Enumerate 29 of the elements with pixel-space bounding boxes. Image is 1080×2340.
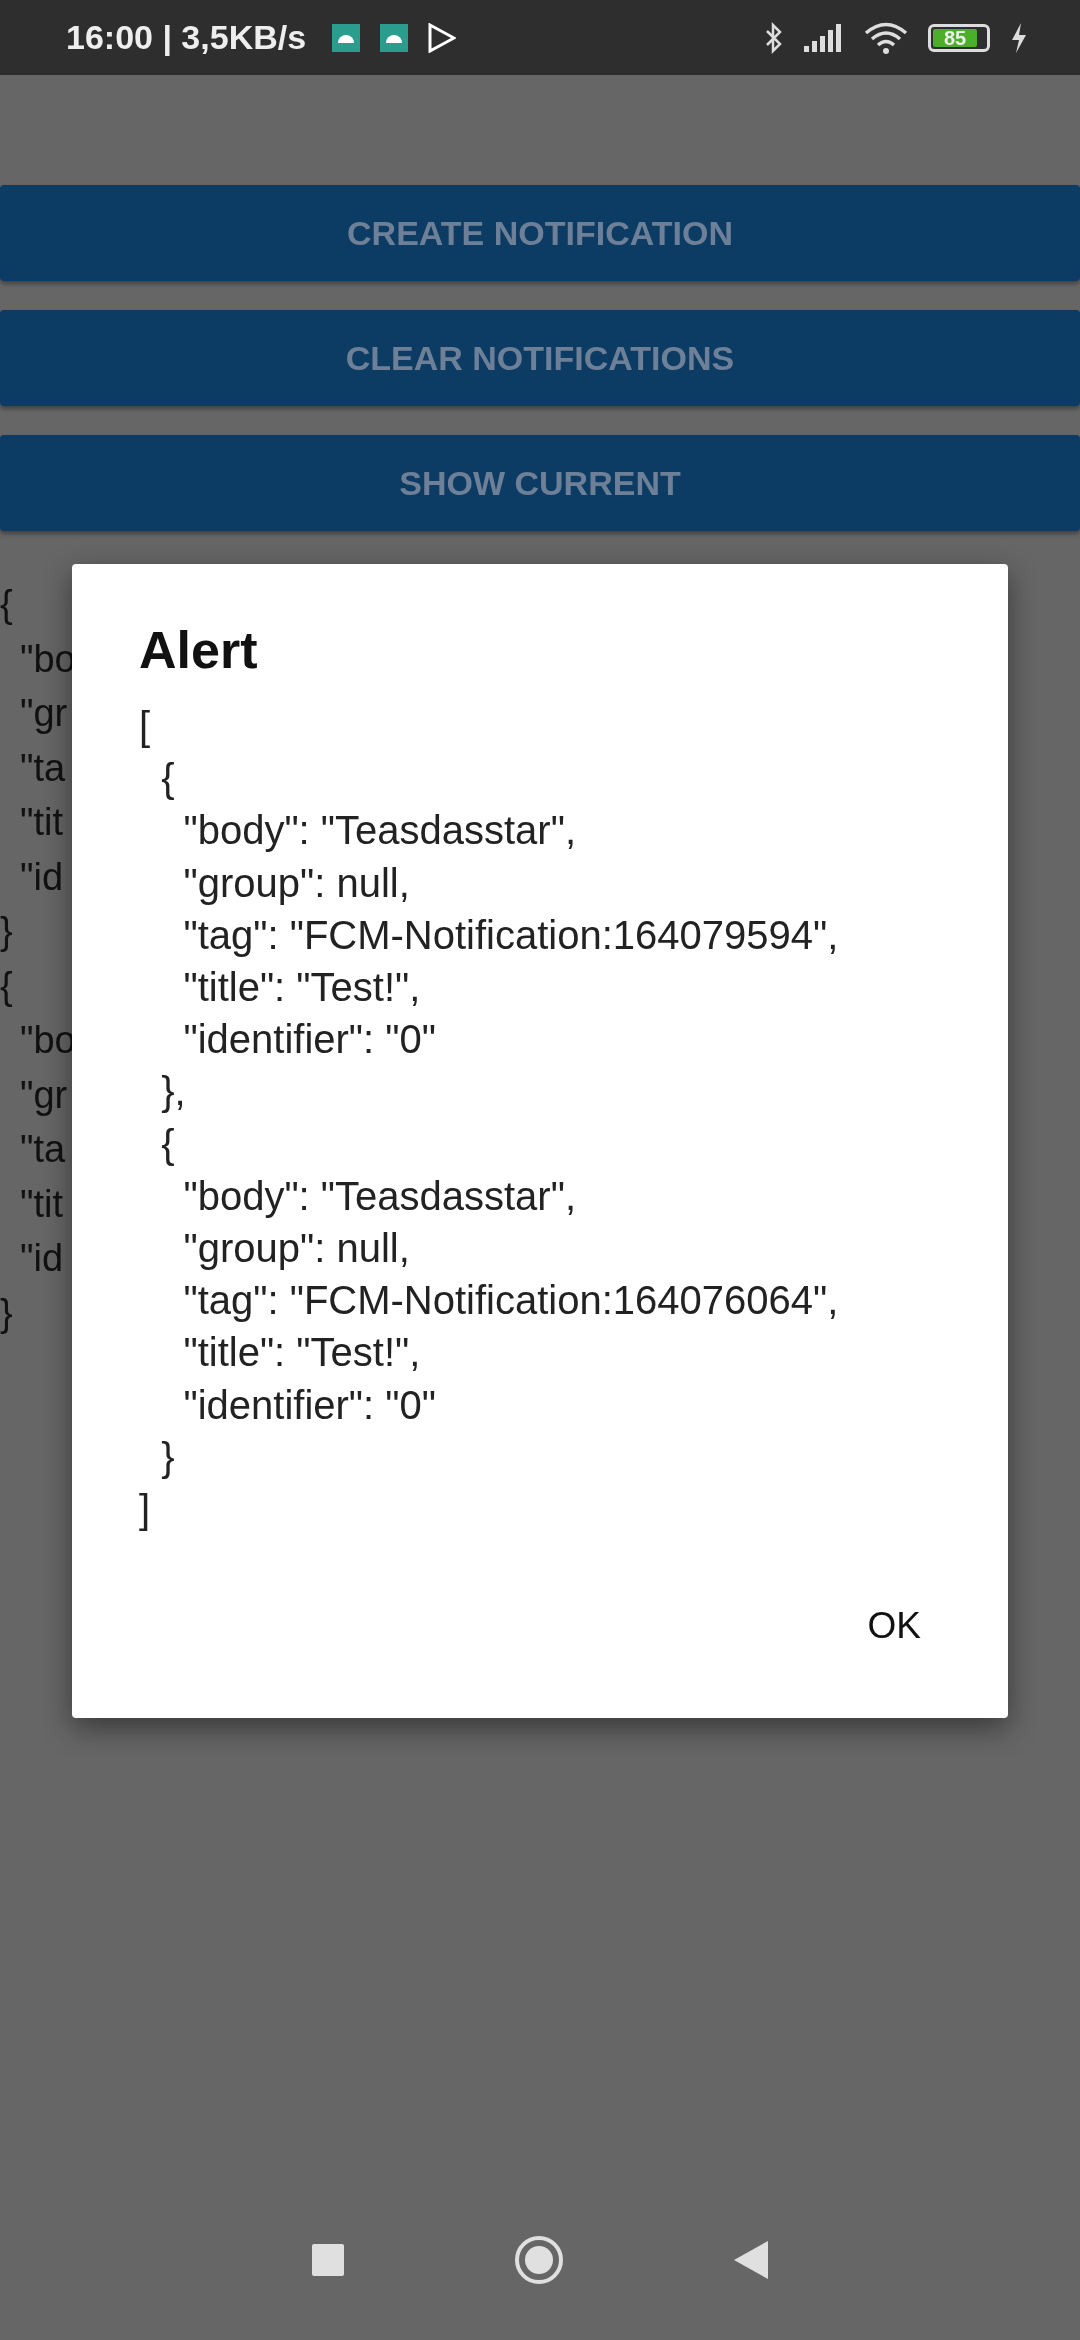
action-button[interactable]: SHOW CURRENT [0, 435, 1080, 531]
output-text: "tit [19, 800, 64, 845]
wifi-icon [864, 21, 908, 54]
output-text: "id [19, 854, 64, 900]
output-text: } [0, 909, 13, 954]
output-text: } [0, 1290, 13, 1336]
ok-button[interactable]: OK [867, 1593, 921, 1660]
android-app-icon [380, 23, 409, 52]
dialog-message: [ { "body": "Teasdasstar", "group": null, "tag": "FCM-Notification:164079594", "title": "Test!", "identifier": "0" }, { "body": "Teasdasstar", "group": null, "tag": "FCM-Notification:164076064", "title": "Test!", "identifier": "0" } ] [139, 703, 840, 1534]
output-text: "gr [19, 1072, 68, 1118]
home-icon[interactable] [514, 2235, 564, 2285]
play-store-icon [428, 22, 457, 53]
output-text: "gr [19, 691, 68, 736]
output-text: "ta [19, 1127, 66, 1172]
action-button[interactable]: CREATE NOTIFICATION [0, 185, 1080, 281]
signal-icon [804, 23, 844, 52]
status-time: 16:00 | 3,5KB/s [66, 18, 307, 57]
action-button[interactable]: CLEAR NOTIFICATIONS [0, 310, 1080, 406]
output-text: "ta [19, 745, 66, 791]
back-icon[interactable] [734, 2241, 768, 2279]
output-text: { [0, 582, 13, 627]
dialog-title: Alert [139, 620, 259, 680]
battery-level: 85 [933, 28, 978, 47]
output-text: "id [19, 1236, 64, 1281]
android-app-icon [332, 23, 361, 52]
bluetooth-icon [764, 21, 784, 54]
charging-icon [1010, 22, 1028, 53]
output-text: "tit [19, 1181, 64, 1227]
output-text: { [0, 963, 13, 1009]
